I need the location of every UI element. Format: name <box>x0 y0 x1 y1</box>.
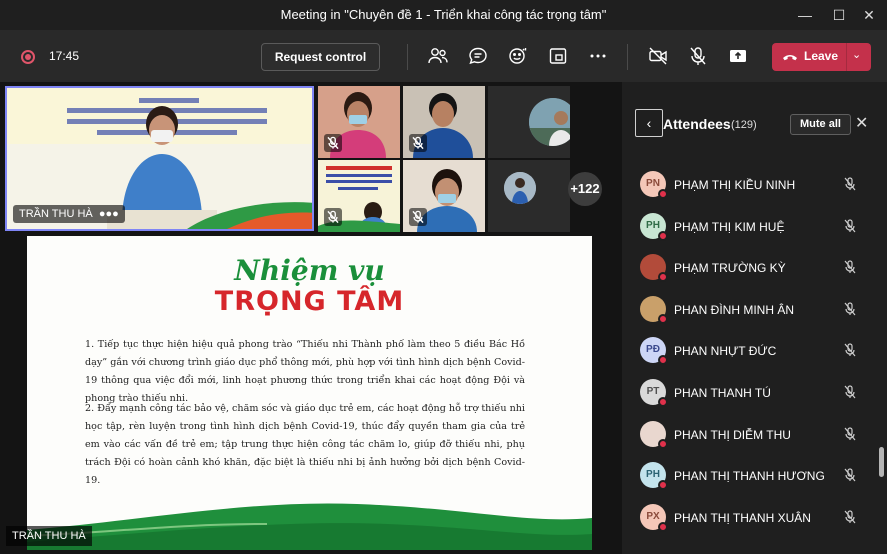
attendee-item[interactable]: PT PHAN THANH TÚ <box>638 377 868 407</box>
video-tile[interactable] <box>318 86 400 158</box>
toolbar-divider <box>627 44 628 70</box>
leave-divider <box>846 43 847 71</box>
meeting-stage: TRẦN THU HÀ ●●● +122 Nhiệm vụ TRỌNG TÂM … <box>0 82 622 554</box>
status-dot <box>658 272 668 283</box>
close-icon[interactable]: ✕ <box>853 0 885 30</box>
attendee-name: PHAN THỊ THANH XUÂN <box>674 510 811 525</box>
status-dot <box>658 230 668 241</box>
attendees-scrollbar[interactable] <box>879 447 884 477</box>
attendee-name: PHẠM THỊ KIM HUỆ <box>674 219 785 234</box>
back-arrow-icon[interactable]: ‹ <box>635 109 663 137</box>
mic-off-icon <box>409 134 427 152</box>
title-bar: Meeting in "Chuyên đề 1 - Triển khai côn… <box>0 0 887 30</box>
presenter-name-tag: TRẦN THU HÀ <box>6 526 92 546</box>
minimize-icon[interactable]: — <box>789 0 821 30</box>
attendee-item[interactable]: PHAN ĐÌNH MINH ÂN <box>638 294 868 324</box>
mic-off-icon[interactable] <box>842 176 858 192</box>
mic-off-icon[interactable] <box>842 509 858 525</box>
attendee-item[interactable]: PĐ PHAN NHỰT ĐỨC <box>638 335 868 366</box>
attendee-item[interactable]: PH PHẠM THỊ KIM HUỆ <box>638 211 868 241</box>
share-tray-icon[interactable] <box>547 45 569 67</box>
attendee-name: PHAN NHỰT ĐỨC <box>674 344 777 359</box>
attendee-item[interactable]: PH PHAN THỊ THANH HƯƠNG <box>638 460 868 491</box>
attendee-item[interactable]: PN PHẠM THỊ KIỀU NINH <box>638 169 868 199</box>
meeting-timer: 17:45 <box>49 49 80 63</box>
more-participants-badge[interactable]: +122 <box>568 172 602 206</box>
status-dot <box>658 521 668 532</box>
mic-off-icon <box>324 134 342 152</box>
toolbar-divider <box>407 44 408 70</box>
chevron-down-icon[interactable]: ⌄ <box>852 48 861 61</box>
status-dot <box>658 438 668 449</box>
mic-off-icon[interactable] <box>842 384 858 400</box>
attendee-item[interactable]: PHẠM TRƯỜNG KỲ <box>638 252 868 283</box>
mute-all-button[interactable]: Mute all <box>790 114 851 135</box>
mic-off-icon[interactable] <box>842 301 858 317</box>
status-dot <box>658 313 668 324</box>
slide-paragraph-1: 1. Tiếp tục thực hiện hiệu quả phong trà… <box>85 339 525 404</box>
slide-paragraph-2: 2. Đẩy mạnh công tác bảo vệ, chăm sóc và… <box>85 403 525 486</box>
attendee-item[interactable]: PX PHAN THỊ THANH XUÂN <box>638 502 868 532</box>
attendee-name: PHAN THỊ DIỄM THU <box>674 427 791 442</box>
main-video-tile[interactable]: TRẦN THU HÀ ●●● <box>5 86 314 231</box>
share-screen-icon[interactable] <box>727 45 749 67</box>
chat-icon[interactable] <box>467 45 489 67</box>
status-dot <box>658 397 668 407</box>
mic-off-icon[interactable] <box>842 218 858 234</box>
meeting-toolbar: 17:45 Request control Leave ⌄ <box>0 30 887 82</box>
mic-off-icon[interactable] <box>842 259 858 275</box>
attendee-name: PHẠM THỊ KIỀU NINH <box>674 178 796 192</box>
slide-wave-decoration <box>27 503 592 550</box>
attendee-name: PHAN THỊ THANH HƯƠNG <box>674 469 825 484</box>
video-tile[interactable] <box>488 86 570 158</box>
speaker-name-tag: TRẦN THU HÀ ●●● <box>13 205 125 223</box>
leave-label: Leave <box>804 49 839 63</box>
participant-avatar <box>504 172 536 204</box>
speaker-name: TRẦN THU HÀ <box>19 208 93 220</box>
leave-button[interactable]: Leave ⌄ <box>772 43 871 71</box>
attendees-count: (129) <box>731 119 757 131</box>
attendees-title: Attendees <box>663 116 731 132</box>
phone-hangup-icon <box>783 55 797 61</box>
reactions-icon[interactable] <box>507 45 529 67</box>
mic-off-icon[interactable] <box>842 342 858 358</box>
window-title: Meeting in "Chuyên đề 1 - Triển khai côn… <box>280 7 607 22</box>
attendee-item[interactable]: PHAN THỊ DIỄM THU <box>638 419 868 449</box>
status-dot <box>658 189 668 199</box>
people-icon[interactable] <box>427 45 449 67</box>
mic-off-icon[interactable] <box>842 426 858 442</box>
status-dot <box>658 355 668 366</box>
shared-slide: Nhiệm vụ TRỌNG TÂM 1. Tiếp tục thực hiện… <box>27 236 592 550</box>
mic-off-icon <box>324 208 342 226</box>
request-control-button[interactable]: Request control <box>261 43 380 71</box>
attendee-name: PHAN ĐÌNH MINH ÂN <box>674 302 795 317</box>
video-tile[interactable] <box>488 160 570 232</box>
camera-off-icon[interactable] <box>647 45 669 67</box>
video-tile[interactable] <box>403 86 485 158</box>
more-icon[interactable] <box>587 45 609 67</box>
attendees-panel: ‹ Attendees (129) Mute all ✕ PN PHẠM THỊ … <box>622 82 887 554</box>
participant-avatar <box>529 98 570 146</box>
slide-title-line2: TRỌNG TÂM <box>214 286 405 317</box>
mic-off-icon <box>409 208 427 226</box>
slide-title-line1: Nhiệm vụ <box>234 254 385 287</box>
close-panel-icon[interactable]: ✕ <box>855 113 868 133</box>
attendee-name: PHAN THANH TÚ <box>674 386 771 400</box>
video-tile[interactable] <box>403 160 485 232</box>
mic-off-icon[interactable] <box>687 45 709 67</box>
attendee-name: PHẠM TRƯỜNG KỲ <box>674 261 786 276</box>
mic-off-icon[interactable] <box>842 467 858 483</box>
recording-icon <box>21 50 35 64</box>
video-tile[interactable] <box>318 160 400 232</box>
maximize-icon[interactable]: ☐ <box>823 0 855 30</box>
status-dot <box>658 480 668 491</box>
